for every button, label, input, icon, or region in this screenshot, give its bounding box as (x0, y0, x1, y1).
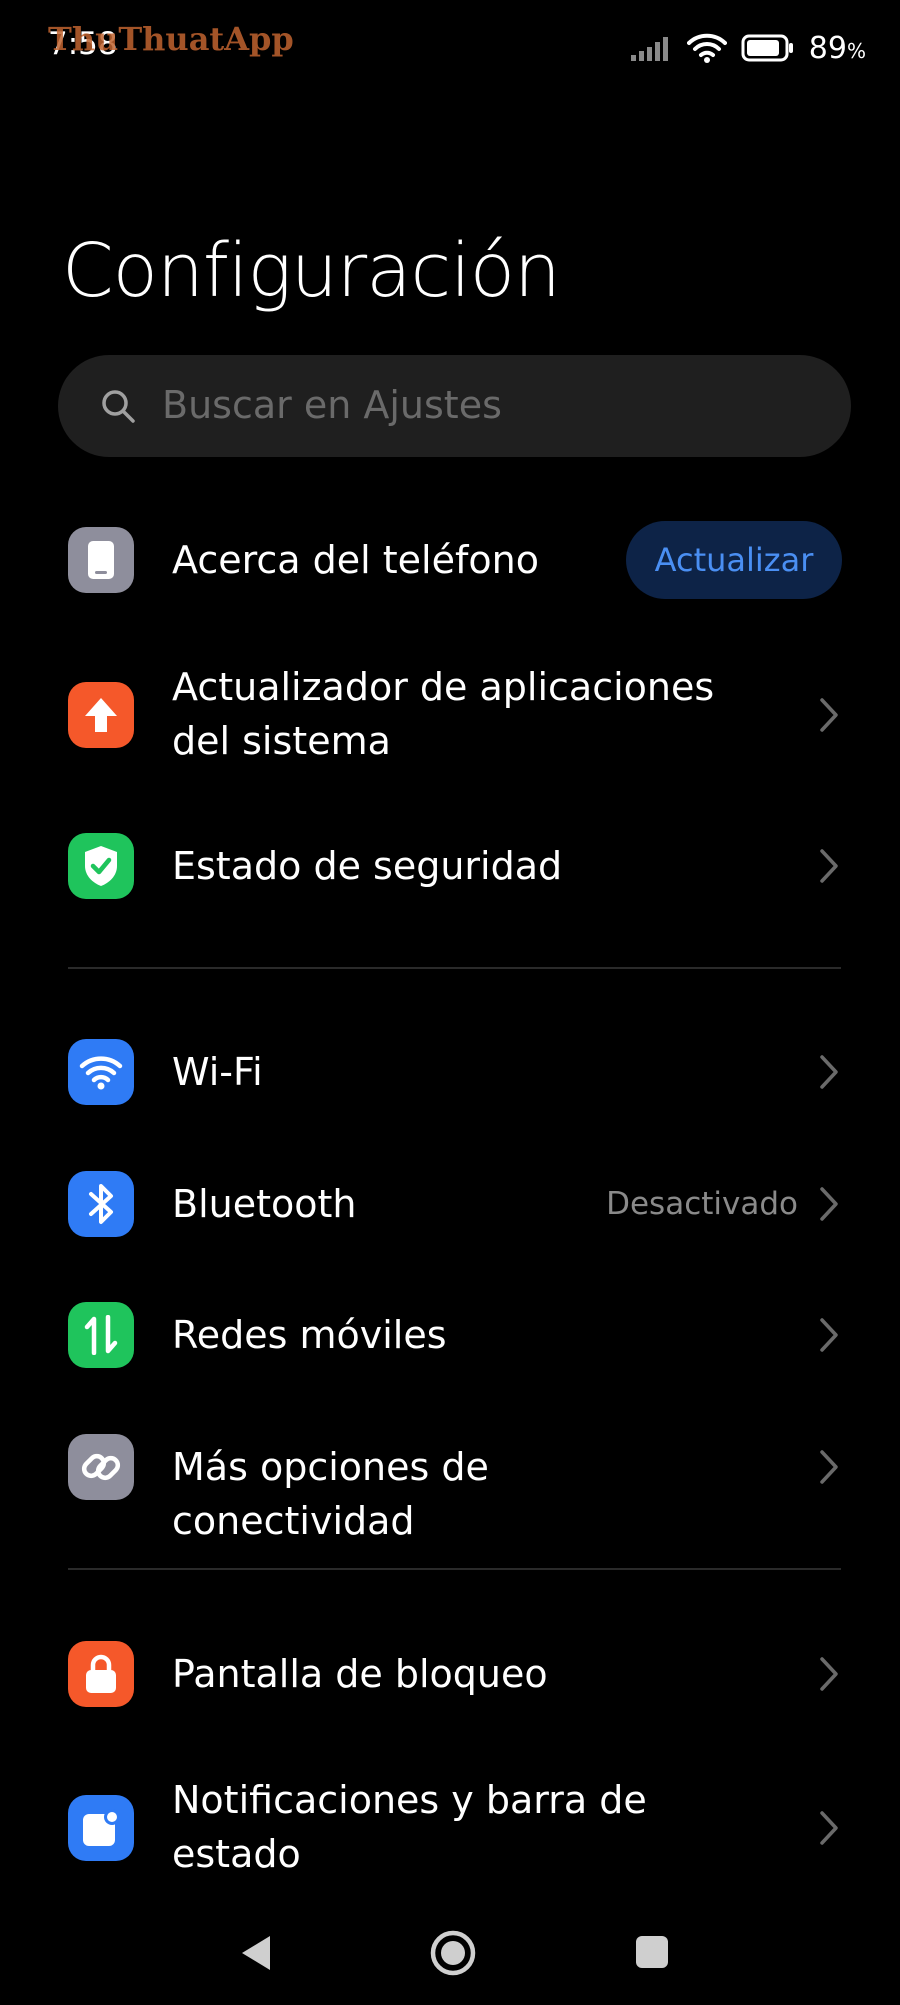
mobile-data-icon-tile (68, 1302, 134, 1368)
section-divider (68, 967, 841, 969)
notification-icon (83, 1809, 120, 1846)
system-navigation-bar (0, 1920, 900, 2005)
update-button[interactable]: Actualizar (626, 521, 842, 599)
status-icons: 89% (630, 28, 866, 68)
chevron-right-icon (820, 849, 838, 883)
settings-item-label: Actualizador de aplicaciones del sistema (172, 665, 715, 763)
search-input[interactable]: Buscar en Ajustes (58, 355, 851, 457)
lock-icon-tile (68, 1641, 134, 1707)
shield-check-icon-tile (68, 833, 134, 899)
notification-icon-tile (68, 1795, 134, 1861)
bluetooth-status-value: Desactivado (606, 1186, 798, 1222)
settings-item-wifi[interactable]: Wi-Fi (0, 1032, 900, 1112)
chevron-right-icon (820, 1318, 838, 1352)
wifi-icon (79, 1056, 123, 1090)
search-icon (102, 390, 135, 423)
settings-item-notifications-status-bar[interactable]: Notificaciones y barra de estado (0, 1773, 900, 1883)
bluetooth-icon-tile (68, 1171, 134, 1237)
phone-icon-tile (68, 527, 134, 593)
back-icon[interactable] (236, 1932, 276, 1974)
lock-icon (86, 1654, 116, 1693)
page-title: Configuración (62, 228, 561, 314)
arrow-up-icon-tile (68, 682, 134, 748)
settings-item-lock-screen[interactable]: Pantalla de bloqueo (0, 1634, 900, 1714)
settings-item-security-status[interactable]: Estado de seguridad (0, 826, 900, 906)
settings-item-label: Más opciones de conectividad (172, 1445, 489, 1543)
battery-icon (741, 34, 793, 62)
arrow-up-icon (85, 698, 117, 732)
wifi-icon-tile (68, 1039, 134, 1105)
section-divider (68, 1568, 841, 1570)
status-bar: 7:58 ThuThuatApp 89% (0, 0, 900, 90)
settings-item-about-phone[interactable]: Acerca del teléfono Actualizar (0, 520, 900, 600)
battery-percentage: 89% (808, 30, 866, 66)
settings-item-mobile-networks[interactable]: Redes móviles (0, 1295, 900, 1375)
settings-item-label: Wi-Fi (172, 1050, 263, 1094)
chevron-right-icon (820, 1055, 838, 1089)
settings-item-label: Notificaciones y barra de estado (172, 1778, 647, 1876)
settings-item-label: Pantalla de bloqueo (172, 1652, 548, 1696)
shield-check-icon (85, 846, 117, 886)
signal-icon (630, 37, 668, 61)
link-icon-tile (68, 1434, 134, 1500)
settings-item-system-app-updater[interactable]: Actualizador de aplicaciones del sistema (0, 660, 900, 770)
chevron-right-icon (820, 1657, 838, 1691)
settings-item-bluetooth[interactable]: Bluetooth Desactivado (0, 1164, 900, 1244)
settings-item-more-connectivity[interactable]: Más opciones de conectividad (0, 1427, 900, 1543)
watermark-logo: ThuThuatApp (48, 20, 294, 58)
bluetooth-icon (89, 1184, 113, 1224)
chevron-right-icon (820, 1811, 838, 1845)
settings-item-label: Redes móviles (172, 1313, 447, 1357)
chevron-right-icon (820, 1450, 838, 1484)
chevron-right-icon (820, 698, 838, 732)
search-placeholder: Buscar en Ajustes (162, 383, 502, 427)
link-icon (81, 1453, 121, 1481)
chevron-right-icon (820, 1187, 838, 1221)
phone-icon (88, 541, 114, 579)
mobile-data-icon (84, 1315, 118, 1355)
recents-icon[interactable] (634, 1934, 670, 1970)
settings-item-label: Estado de seguridad (172, 844, 563, 888)
home-icon[interactable] (430, 1930, 476, 1976)
wifi-status-icon (686, 33, 727, 63)
